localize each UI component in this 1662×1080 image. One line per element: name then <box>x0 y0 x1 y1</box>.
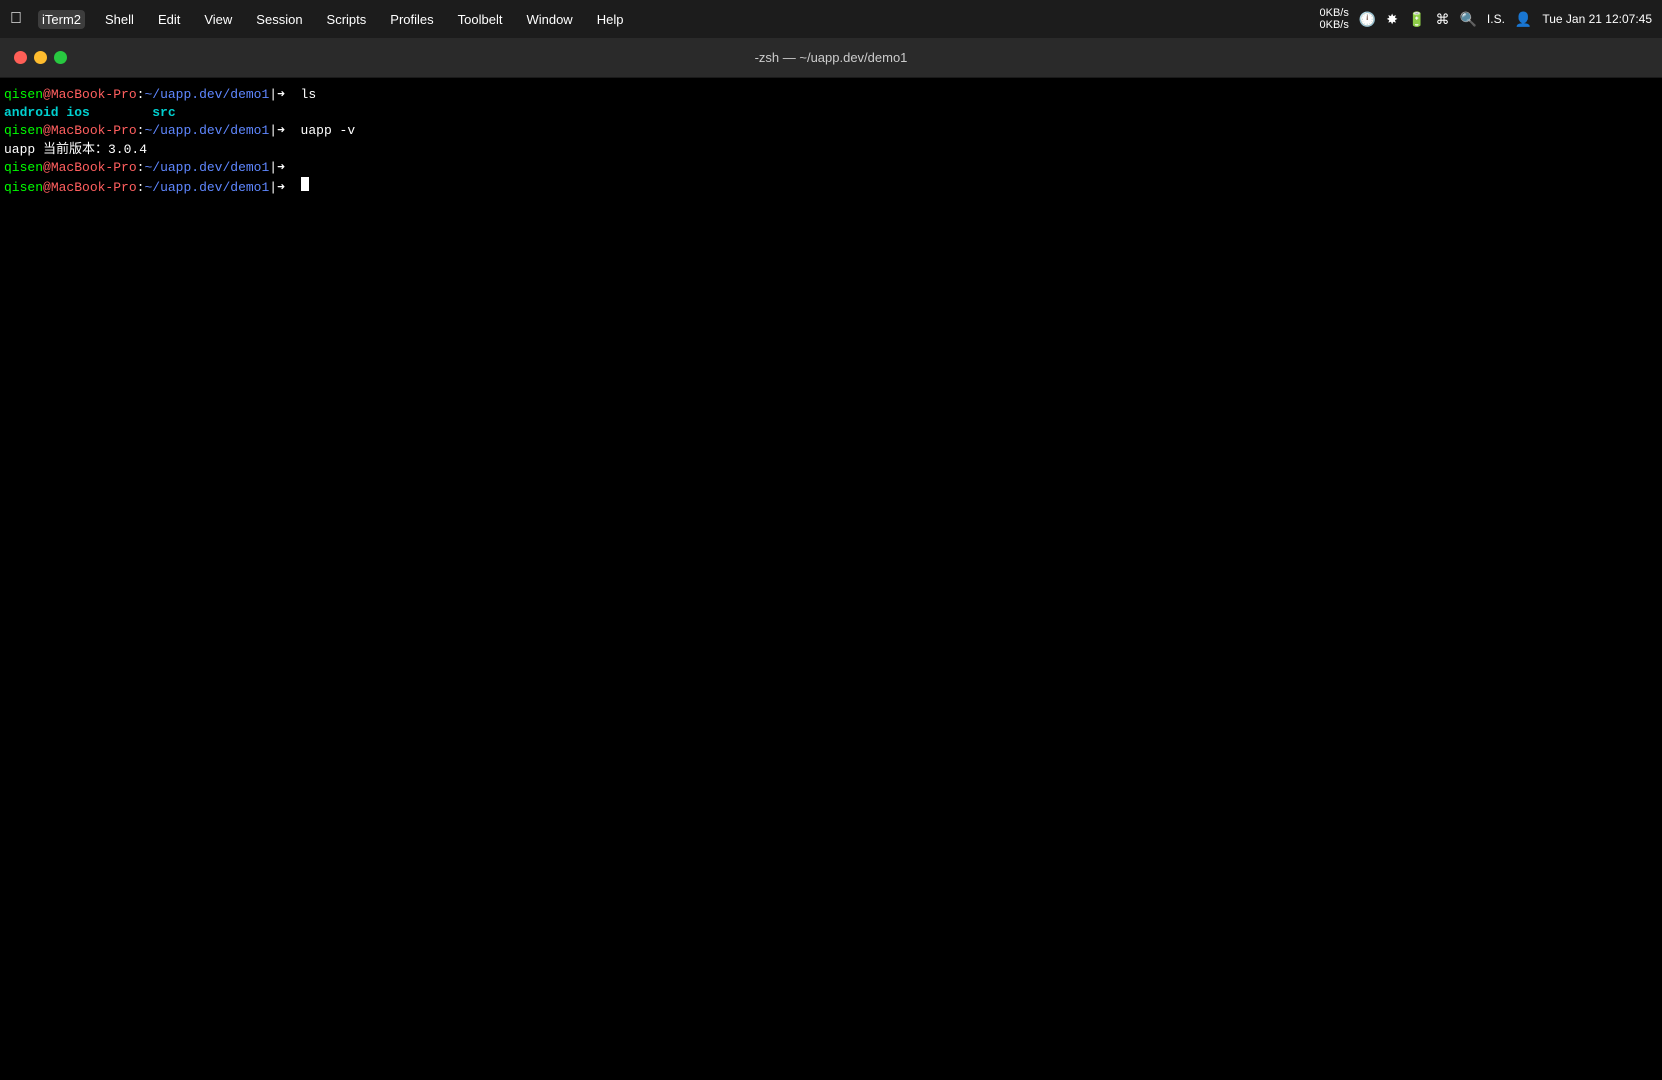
menu-item-help[interactable]: Help <box>593 10 628 29</box>
terminal-line-3: qisen@MacBook-Pro:~/uapp.dev/demo1|➜ uap… <box>4 122 1658 140</box>
user-icon: 👤 <box>1515 11 1532 28</box>
prompt-arrow-6: ➜ <box>277 179 285 197</box>
prompt-arrow-1: ➜ <box>277 86 285 104</box>
menu-item-view[interactable]: View <box>200 10 236 29</box>
ls-item-src: src <box>152 104 175 122</box>
menu-bar:  iTerm2 Shell Edit View Session Scripts… <box>0 0 1662 38</box>
prompt-host-3: MacBook-Pro <box>51 122 137 140</box>
menu-item-window[interactable]: Window <box>522 10 576 29</box>
ls-space-1 <box>59 104 67 122</box>
cmd-space-6 <box>285 179 301 197</box>
terminal-cursor <box>301 177 309 191</box>
cmd-3: uapp -v <box>285 122 355 140</box>
prompt-pipe-1: | <box>269 86 277 104</box>
ls-item-ios: ios <box>66 104 89 122</box>
menu-item-session[interactable]: Session <box>252 10 306 29</box>
time-machine-icon: 🕛 <box>1359 11 1376 28</box>
menu-item-iterm2[interactable]: iTerm2 <box>38 10 85 29</box>
prompt-user-1: qisen <box>4 86 43 104</box>
prompt-colon-6: : <box>137 179 145 197</box>
close-button[interactable] <box>14 51 27 64</box>
terminal-line-4: uapp 当前版本：3.0.4 <box>4 141 1658 159</box>
apple-logo-icon[interactable]:  <box>10 10 22 28</box>
bluetooth-icon: ✸ <box>1386 11 1398 28</box>
wifi-icon: ⌘ <box>1435 11 1449 28</box>
prompt-at-5: @ <box>43 159 51 177</box>
prompt-path-5: ~/uapp.dev/demo1 <box>144 159 269 177</box>
prompt-pipe-5: | <box>269 159 277 177</box>
menu-item-shell[interactable]: Shell <box>101 10 138 29</box>
prompt-at-1: @ <box>43 86 51 104</box>
prompt-user-6: qisen <box>4 179 43 197</box>
search-icon[interactable]: 🔍 <box>1459 11 1476 28</box>
prompt-pipe-3: | <box>269 122 277 140</box>
terminal-line-6[interactable]: qisen@MacBook-Pro:~/uapp.dev/demo1|➜ <box>4 177 1658 197</box>
prompt-path-3: ~/uapp.dev/demo1 <box>144 122 269 140</box>
ls-item-android: android <box>4 104 59 122</box>
menu-bar-right: 0KB/s0KB/s 🕛 ✸ 🔋 ⌘ 🔍 I.S. 👤 Tue Jan 21 1… <box>1320 7 1653 31</box>
menu-item-edit[interactable]: Edit <box>154 10 184 29</box>
output-uapp-version: uapp 当前版本：3.0.4 <box>4 141 147 159</box>
prompt-host-1: MacBook-Pro <box>51 86 137 104</box>
prompt-colon-1: : <box>137 86 145 104</box>
traffic-lights <box>14 51 67 64</box>
prompt-path-6: ~/uapp.dev/demo1 <box>144 179 269 197</box>
title-bar: -zsh — ~/uapp.dev/demo1 <box>0 38 1662 78</box>
prompt-at-6: @ <box>43 179 51 197</box>
prompt-host-5: MacBook-Pro <box>51 159 137 177</box>
menu-item-scripts[interactable]: Scripts <box>323 10 371 29</box>
terminal-content[interactable]: qisen@MacBook-Pro:~/uapp.dev/demo1|➜ ls … <box>0 78 1662 1080</box>
prompt-user-3: qisen <box>4 122 43 140</box>
battery-icon: 🔋 <box>1408 11 1425 28</box>
network-up: 0KB/s0KB/s <box>1320 7 1349 31</box>
window-title: -zsh — ~/uapp.dev/demo1 <box>755 50 908 65</box>
input-method[interactable]: I.S. <box>1487 12 1505 26</box>
menu-bar-left:  iTerm2 Shell Edit View Session Scripts… <box>10 10 1320 29</box>
cmd-1: ls <box>285 86 316 104</box>
menu-item-toolbelt[interactable]: Toolbelt <box>454 10 507 29</box>
terminal-line-1: qisen@MacBook-Pro:~/uapp.dev/demo1|➜ ls <box>4 86 1658 104</box>
prompt-arrow-5: ➜ <box>277 159 285 177</box>
terminal-line-2: android ios src <box>4 104 1658 122</box>
datetime: Tue Jan 21 12:07:45 <box>1542 12 1652 26</box>
minimize-button[interactable] <box>34 51 47 64</box>
menu-item-profiles[interactable]: Profiles <box>386 10 437 29</box>
terminal-line-5: qisen@MacBook-Pro:~/uapp.dev/demo1|➜ <box>4 159 1658 177</box>
ls-space-2 <box>90 104 152 122</box>
maximize-button[interactable] <box>54 51 67 64</box>
prompt-at-3: @ <box>43 122 51 140</box>
terminal-window: -zsh — ~/uapp.dev/demo1 qisen@MacBook-Pr… <box>0 38 1662 1080</box>
prompt-colon-5: : <box>137 159 145 177</box>
prompt-colon-3: : <box>137 122 145 140</box>
prompt-host-6: MacBook-Pro <box>51 179 137 197</box>
prompt-pipe-6: | <box>269 179 277 197</box>
prompt-path-1: ~/uapp.dev/demo1 <box>144 86 269 104</box>
prompt-arrow-3: ➜ <box>277 122 285 140</box>
prompt-user-5: qisen <box>4 159 43 177</box>
network-status: 0KB/s0KB/s <box>1320 7 1349 31</box>
